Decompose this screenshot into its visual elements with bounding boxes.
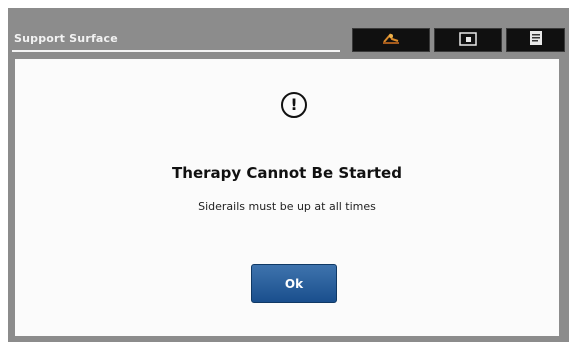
header-title: Support Surface bbox=[14, 32, 118, 45]
tab-document[interactable] bbox=[506, 28, 565, 52]
alert-dialog: ! Therapy Cannot Be Started Siderails mu… bbox=[15, 59, 559, 336]
ok-button-label: Ok bbox=[284, 276, 304, 291]
dialog-message: Siderails must be up at all times bbox=[198, 200, 376, 213]
ok-button[interactable]: Ok bbox=[251, 264, 337, 303]
header-underline bbox=[12, 50, 340, 52]
warning-icon: ! bbox=[281, 92, 307, 118]
warning-glyph: ! bbox=[290, 95, 298, 114]
tab-mode[interactable] bbox=[434, 28, 502, 52]
dialog-title: Therapy Cannot Be Started bbox=[172, 164, 402, 182]
tab-therapy[interactable] bbox=[352, 28, 430, 52]
document-icon bbox=[529, 30, 543, 50]
bed-therapy-icon bbox=[380, 30, 402, 50]
mode-icon bbox=[459, 31, 477, 50]
